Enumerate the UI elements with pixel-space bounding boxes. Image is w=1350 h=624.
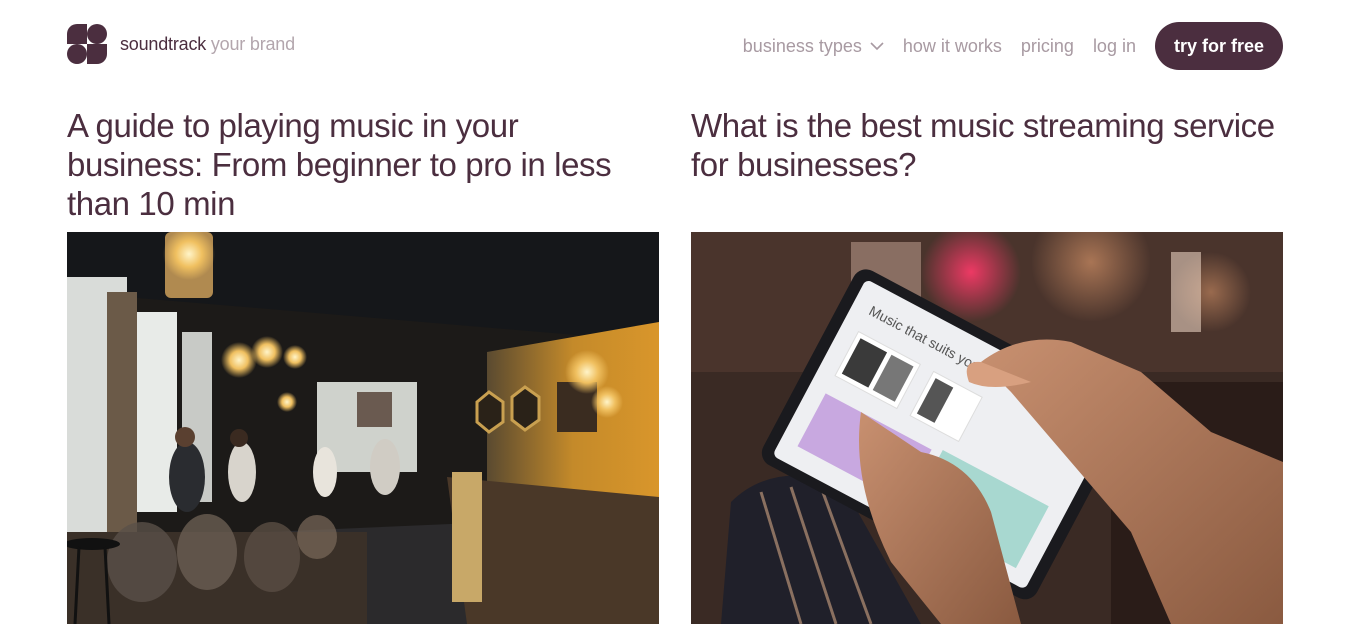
logo-wordmark: soundtrack your brand: [120, 34, 295, 55]
hands-holding-tablet-photo[interactable]: Music that suits your: [691, 232, 1283, 624]
logo-brand: soundtrack: [120, 33, 207, 54]
article-title[interactable]: What is the best music streaming service…: [691, 106, 1283, 232]
site-header: soundtrack your brand business types how…: [0, 0, 1350, 92]
nav-business-types-label: business types: [742, 35, 862, 56]
nav-log-in[interactable]: log in: [1093, 36, 1136, 57]
logo-link[interactable]: soundtrack your brand: [67, 24, 295, 64]
article-title[interactable]: A guide to playing music in your busines…: [67, 106, 659, 232]
nav-business-types[interactable]: business types: [743, 36, 884, 57]
logo-tagline: your brand: [210, 33, 295, 54]
nav-pricing[interactable]: pricing: [1021, 36, 1074, 57]
article-card-streaming[interactable]: What is the best music streaming service…: [691, 106, 1283, 624]
chevron-down-icon: [870, 41, 884, 50]
nav-how-it-works[interactable]: how it works: [903, 36, 1002, 57]
article-card-guide[interactable]: A guide to playing music in your busines…: [67, 106, 659, 624]
soundtrack-logo-icon: [67, 24, 107, 64]
main-nav: business types how it works pricing log …: [743, 22, 1283, 70]
try-for-free-button[interactable]: try for free: [1154, 22, 1283, 70]
cafe-interior-photo[interactable]: [67, 232, 659, 624]
